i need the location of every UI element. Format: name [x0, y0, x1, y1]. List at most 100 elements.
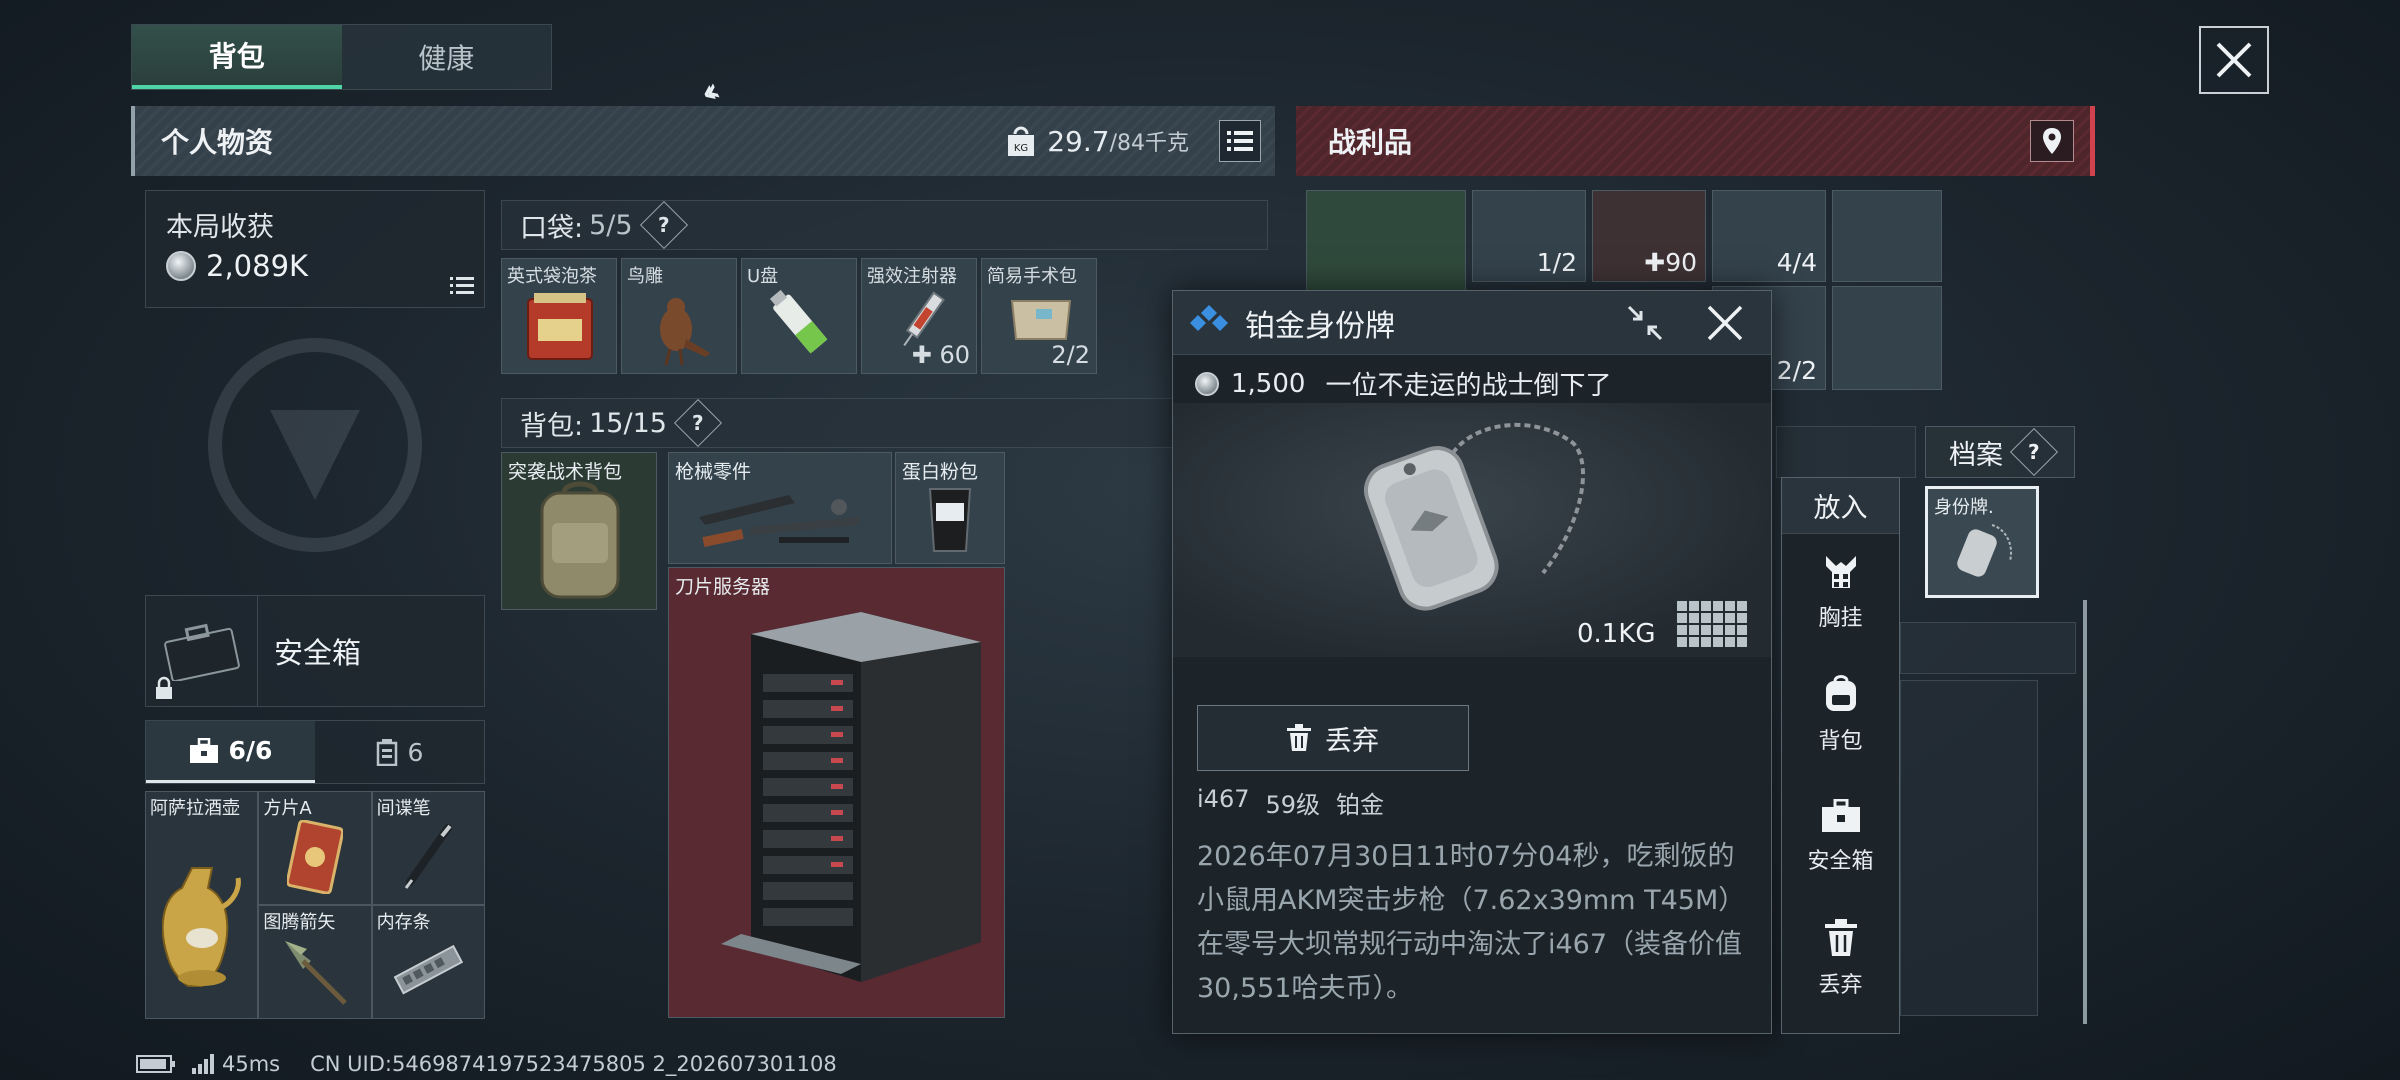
- weight-max: /84千克: [1109, 131, 1189, 156]
- backpack-item[interactable]: 蛋白粉包: [895, 452, 1005, 564]
- tab-secondary-items-label: 6: [407, 737, 424, 767]
- item-cell[interactable]: 阿萨拉酒壶: [146, 792, 258, 1018]
- popup-subtitle-row: 1,500 一位不走运的战士倒下了: [1195, 365, 1611, 402]
- loot-row-bar: [1900, 622, 2076, 674]
- pocket-item[interactable]: 英式袋泡茶: [501, 258, 617, 374]
- pocket-header: 口袋: 5/5 ?: [501, 200, 1268, 250]
- tab-secondary-items[interactable]: 6: [315, 721, 484, 783]
- item-detail-popup: 铂金身份牌 1,500 一位不走运的战士倒下了 0.1KG 丢弃 i467 59…: [1172, 290, 1772, 1034]
- dogtag-slot[interactable]: 身份牌.: [1925, 486, 2039, 598]
- tab-safe-items[interactable]: 6/6: [146, 721, 315, 783]
- menu-header: 放入: [1782, 478, 1899, 534]
- item-name: 简易手术包: [987, 266, 1077, 287]
- item-cell[interactable]: 图腾箭矢: [259, 906, 371, 1018]
- loot-item[interactable]: [1832, 190, 1942, 282]
- tactical-backpack-icon: [540, 481, 620, 599]
- item-name: 刀片服务器: [675, 576, 771, 598]
- dogtag-icon: [1957, 524, 2012, 577]
- player-level: 59级: [1265, 791, 1321, 819]
- list-icon: [1227, 131, 1253, 151]
- item-cell[interactable]: 方片A: [259, 792, 371, 904]
- safe-box-tabs: 6/6 6: [145, 720, 485, 784]
- trash-icon: [1824, 919, 1857, 956]
- faction-emblem: [208, 338, 422, 552]
- pocket-items: 英式袋泡茶 鸟雕 U盘 强效注射器 ✚ 60 简易手术包 2/2: [501, 258, 1097, 374]
- menu-item-chest-rig[interactable]: 胸挂: [1782, 538, 1899, 648]
- pocket-item[interactable]: 鸟雕: [621, 258, 737, 374]
- tea-tin-icon: [527, 293, 593, 360]
- safe-box-slot[interactable]: 安全箱: [145, 595, 485, 707]
- sort-list-button[interactable]: [1219, 120, 1261, 162]
- loot-item[interactable]: [1832, 286, 1942, 390]
- popup-title: 铂金身份牌: [1245, 308, 1395, 344]
- help-icon[interactable]: ?: [673, 398, 722, 448]
- canister-icon: [376, 739, 397, 766]
- backpack-item[interactable]: 刀片服务器: [668, 567, 1005, 1018]
- card-icon: [286, 819, 343, 894]
- discard-button[interactable]: 丢弃: [1197, 705, 1469, 771]
- safe-box-label: 安全箱: [274, 636, 362, 670]
- popup-close-button[interactable]: [1701, 299, 1749, 347]
- menu-item-safe-box[interactable]: 安全箱: [1782, 782, 1899, 892]
- pen-icon: [405, 823, 453, 889]
- item-name: 阿萨拉酒壶: [150, 798, 240, 819]
- tab-backpack[interactable]: 背包: [132, 25, 342, 89]
- backpack-item[interactable]: 枪械零件: [668, 452, 892, 564]
- top-tabs: 背包 健康: [131, 24, 552, 90]
- platinum-diamond-icon: [1190, 304, 1228, 331]
- collapse-button[interactable]: [1623, 301, 1667, 345]
- item-cell[interactable]: 内存条: [372, 906, 484, 1018]
- weight-current: 29.7: [1047, 124, 1110, 158]
- scrollbar[interactable]: [2083, 600, 2087, 1024]
- ewer-icon: [161, 867, 241, 988]
- memory-stick-icon: [394, 944, 464, 995]
- item-name: 蛋白粉包: [902, 461, 979, 483]
- menu-item-backpack[interactable]: 背包: [1782, 660, 1899, 770]
- item-cell[interactable]: 间谍笔: [372, 792, 484, 904]
- item-count: 2/2: [1051, 341, 1090, 369]
- pocket-item[interactable]: 简易手术包 2/2: [981, 258, 1097, 374]
- list-icon[interactable]: [450, 277, 474, 295]
- toolbox-icon: [189, 737, 218, 763]
- backpack-item[interactable]: 突袭战术背包: [501, 452, 657, 610]
- item-name: 鸟雕: [627, 266, 663, 287]
- loot-count: ✚90: [1644, 248, 1697, 277]
- menu-item-label: 丢弃: [1818, 973, 1863, 998]
- item-name: 间谍笔: [376, 798, 431, 819]
- loot-empty-area: [1900, 680, 2038, 1016]
- safe-box-icon-cell: [146, 596, 258, 706]
- item-weight: 0.1KG: [1577, 619, 1656, 649]
- help-icon[interactable]: ?: [2009, 427, 2059, 477]
- personal-supplies-header: 个人物资 KG 29.7 /84千克: [131, 106, 1275, 176]
- status-bar: 45ms CN UID:5469874197523475805 2_202607…: [136, 1052, 837, 1076]
- chest-rig-icon: [1825, 556, 1856, 588]
- loot-item[interactable]: 1/2: [1472, 190, 1586, 282]
- menu-item-label: 安全箱: [1807, 849, 1874, 874]
- tab-health[interactable]: 健康: [342, 25, 552, 89]
- coin-icon: [1195, 371, 1219, 396]
- lock-icon: [156, 676, 172, 699]
- item-flavor-text: 一位不走运的战士倒下了: [1325, 371, 1612, 401]
- item-count: ✚ 60: [911, 341, 970, 369]
- location-pin-icon: [2043, 128, 2061, 154]
- menu-item-discard[interactable]: 丢弃: [1782, 904, 1899, 1014]
- item-price: 1,500: [1231, 368, 1306, 399]
- pocket-label: 口袋:: [520, 212, 584, 244]
- loot-title: 战利品: [1328, 126, 1413, 159]
- uid-text: CN UID:5469874197523475805 2_20260730110…: [310, 1052, 837, 1076]
- close-icon: [2216, 42, 2252, 78]
- earnings-panel: 本局收获 2,089K: [145, 190, 485, 308]
- grid-size-icon: [1677, 601, 1747, 647]
- archive-label: 档案: [1949, 439, 2003, 471]
- player-id: i467: [1197, 785, 1250, 813]
- help-icon[interactable]: ?: [639, 200, 688, 250]
- loot-item[interactable]: ✚90: [1592, 190, 1706, 282]
- svg-text:KG: KG: [1014, 143, 1028, 154]
- pocket-item[interactable]: 强效注射器 ✚ 60: [861, 258, 977, 374]
- item-description: 2026年07月30日11时07分04秒，吃剩饭的小鼠用AKM突击步枪（7.62…: [1197, 841, 1746, 1004]
- close-button[interactable]: [2199, 26, 2269, 94]
- locate-button[interactable]: [2030, 120, 2074, 162]
- trash-icon: [1287, 724, 1311, 751]
- pocket-item[interactable]: U盘: [741, 258, 857, 374]
- loot-item[interactable]: 4/4: [1712, 190, 1826, 282]
